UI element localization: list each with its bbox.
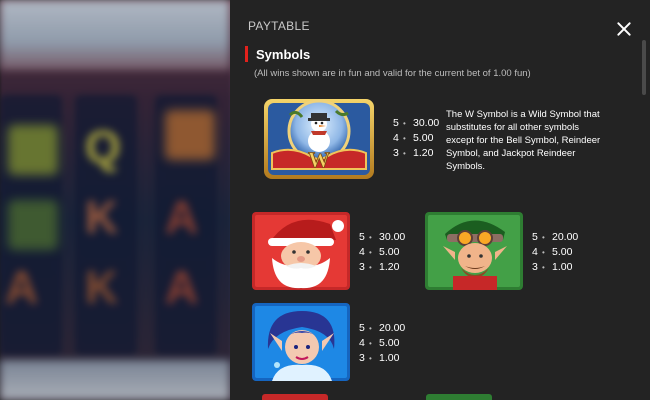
close-icon[interactable] <box>615 20 633 38</box>
pay-row: 5 • 20.00 <box>532 231 579 243</box>
pay-row: 4 • 5.00 <box>359 337 400 349</box>
scrollbar[interactable] <box>642 40 646 95</box>
pay-row: 4 • 5.00 <box>359 246 400 258</box>
section-note: (All wins shown are in fun and valid for… <box>254 68 531 79</box>
snowman-wild-icon: W <box>262 95 376 183</box>
elf-paytable: 5 • 20.00 4 • 5.00 3 • 1.00 <box>532 230 580 275</box>
wild-description: The W Symbol is a Wild Symbol that subst… <box>446 109 601 172</box>
pay-row: 3 • 1.20 <box>359 261 400 273</box>
svg-text:W: W <box>308 147 330 172</box>
pay-row: 5 • 30.00 <box>393 117 440 129</box>
paytable-panel: PAYTABLE Symbols (All wins shown are in … <box>230 0 650 400</box>
ice-fairy-icon <box>252 303 350 381</box>
santa-icon <box>252 212 350 290</box>
pay-row: 5 • 30.00 <box>359 231 406 243</box>
section-accent-bar <box>245 46 248 62</box>
pay-row: 3 • 1.20 <box>393 147 434 159</box>
elf-icon <box>425 212 523 290</box>
pay-row: 4 • 5.00 <box>532 246 573 258</box>
pay-row: 3 • 1.00 <box>532 261 573 273</box>
next-symbol-tile <box>426 394 492 400</box>
pay-row: 5 • 20.00 <box>359 322 406 334</box>
section-title: Symbols <box>256 47 311 62</box>
next-symbol-tile <box>262 394 328 400</box>
pay-row: 3 • 1.00 <box>359 352 400 364</box>
fairy-paytable: 5 • 20.00 4 • 5.00 3 • 1.00 <box>359 321 407 366</box>
pay-row: 4 • 5.00 <box>393 132 434 144</box>
paytable-title: PAYTABLE <box>248 19 310 33</box>
santa-paytable: 5 • 30.00 4 • 5.00 3 • 1.20 <box>359 230 407 275</box>
wild-paytable: 5 • 30.00 4 • 5.00 3 • 1.20 <box>393 116 441 161</box>
